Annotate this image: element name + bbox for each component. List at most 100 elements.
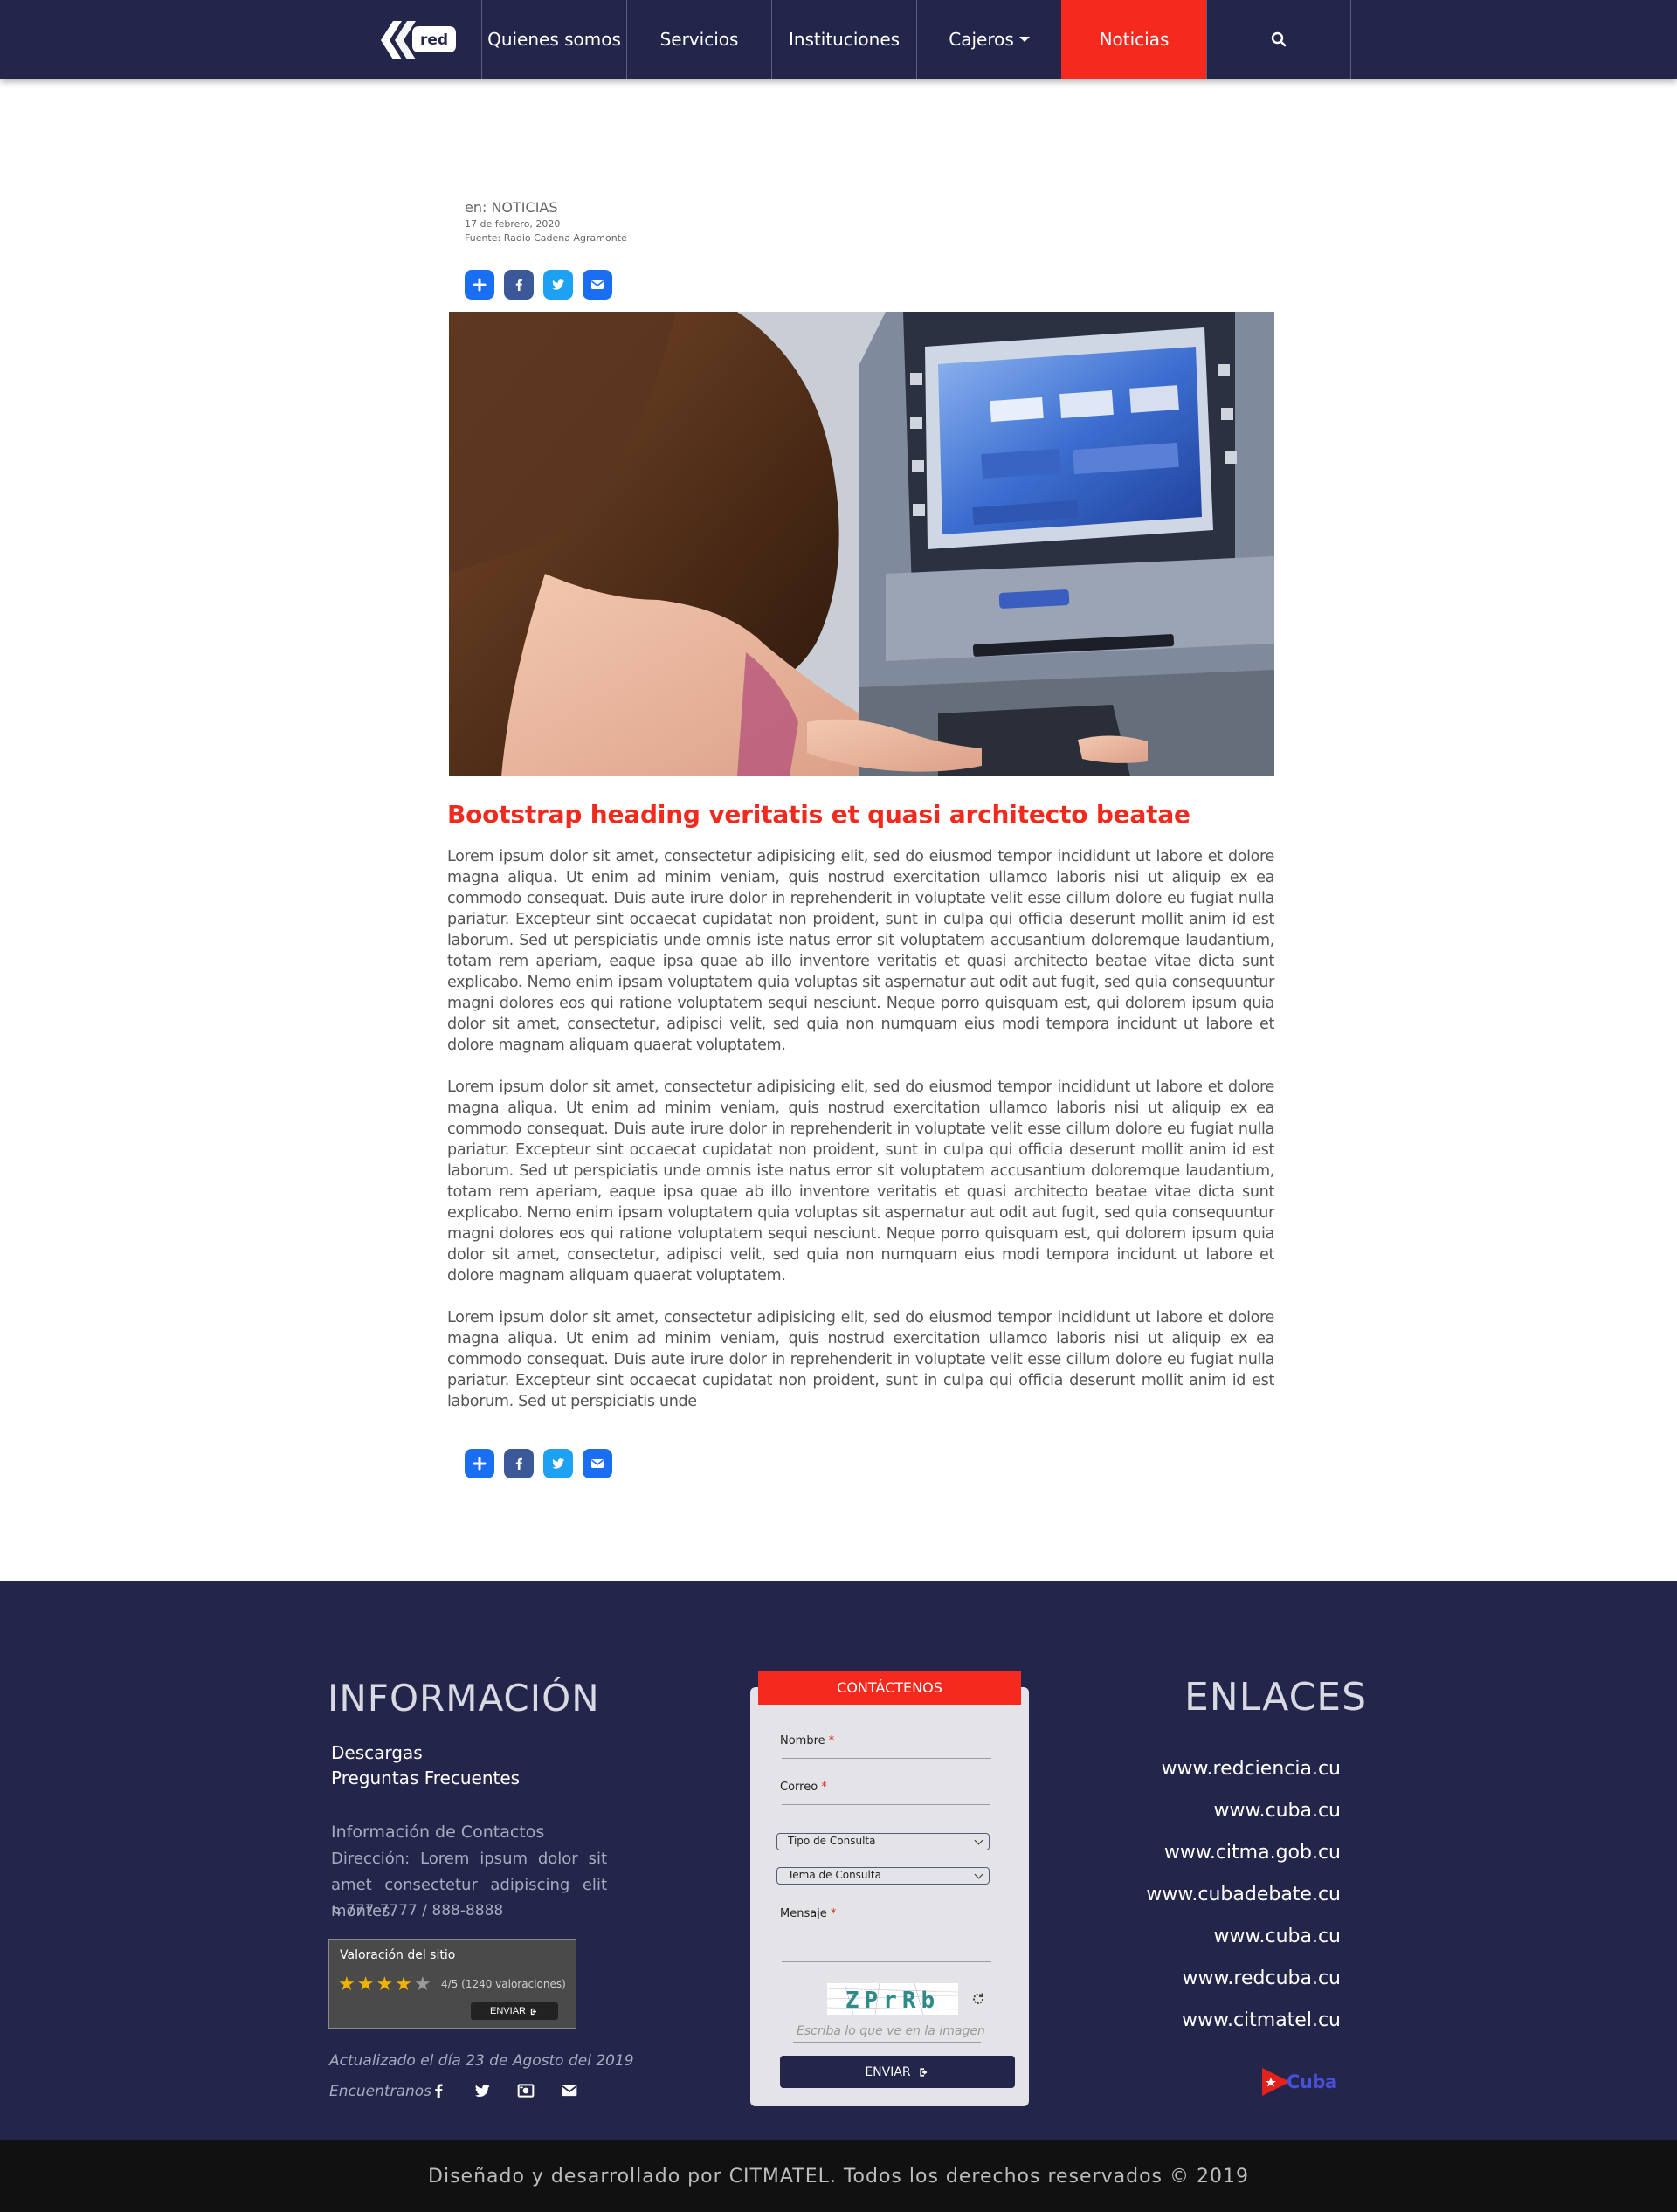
nav-item-cajeros-label: Cajeros [949,29,1014,50]
rating-value: 4/5 (1240 valoraciones) [441,1978,566,1990]
search-button[interactable] [1206,0,1351,79]
message-label-text: Mensaje [780,1907,827,1920]
ext-link-cuba[interactable]: www.cuba.cu [1214,1800,1341,1822]
plus-icon [473,278,487,292]
star-icon[interactable]: ★ [357,1974,375,1994]
article-meta: en: NOTICIAS 17 de febrero, 2020 Fuente:… [465,199,627,244]
ext-link-citma[interactable]: www.citma.gob.cu [1164,1842,1341,1864]
twitter-icon[interactable] [473,2082,491,2099]
plus-icon [473,1457,487,1471]
nav-item-noticias[interactable]: Noticias [1061,0,1206,79]
name-label-text: Nombre [780,1734,825,1747]
contact-form [750,1687,1029,2106]
consult-topic-value: Tema de Consulta [788,1869,881,1881]
refresh-icon[interactable] [970,1991,986,2007]
contact-info-heading: Información de Contactos [331,1823,545,1842]
twitter-icon [552,279,564,290]
name-field[interactable] [782,1758,991,1759]
required-mark: * [830,1907,837,1920]
envelope-icon [591,280,604,289]
photo-icon[interactable] [517,2082,535,2099]
rating-score: 4/5 [441,1978,459,1990]
links-title: ENLACES [1184,1675,1368,1719]
nav-item-quienes-somos[interactable]: Quienes somos [481,0,626,79]
contact-phone: 777-7777 / 888-8888 [331,1902,503,1919]
share-bar-top [465,270,612,300]
article-paragraph: Lorem ipsum dolor sit amet, consectetur … [447,1078,1274,1285]
share-email-button[interactable] [583,270,612,300]
article-title: Bootstrap heading veritatis et quasi arc… [447,800,1190,829]
share-twitter-button[interactable] [543,270,573,300]
article-date: 17 de febrero, 2020 [465,218,561,230]
name-label: Nombre * [780,1734,834,1747]
share-twitter-button[interactable] [543,1449,573,1478]
ext-link-redcuba[interactable]: www.redcuba.cu [1182,1967,1341,1989]
facebook-icon[interactable] [430,2082,447,2099]
star-icon[interactable]: ★ [414,1974,431,1994]
share-bar-bottom [465,1449,612,1478]
captcha-input[interactable]: Escriba lo que ve en la imagen [797,2024,985,2038]
phone-icon [332,1905,342,1915]
send-button-label: ENVIAR [865,2064,911,2079]
nav-item-servicios[interactable]: Servicios [626,0,771,79]
sign-in-icon [920,2067,928,2077]
captcha-underline [793,2042,981,2043]
facebook-icon [515,279,522,291]
ext-link-cuba-2[interactable]: www.cuba.cu [1214,1926,1341,1947]
facebook-icon [515,1457,522,1470]
info-title: INFORMACIÓN [328,1677,600,1719]
envelope-icon[interactable] [561,2082,578,2099]
share-facebook-button[interactable] [504,270,534,300]
star-icon[interactable]: ★ [395,1974,412,1994]
article-category[interactable]: en: NOTICIAS [465,199,627,216]
ext-link-cubadebate[interactable]: www.cubadebate.cu [1146,1884,1341,1905]
consult-topic-select[interactable]: Tema de Consulta [776,1867,990,1885]
star-icon[interactable]: ★ [338,1974,355,1994]
ext-link-redciencia[interactable]: www.redciencia.cu [1162,1758,1341,1780]
article-hero-image [449,312,1274,776]
cuba-logo[interactable]: Cuba [1260,2066,1341,2098]
article-paragraph: Lorem ipsum dolor sit amet, consectetur … [447,848,1274,1054]
find-us-label: Encuentranos [329,2083,431,2100]
chevron-down-icon [974,1836,983,1845]
downloads-link[interactable]: Descargas [331,1742,423,1763]
contact-phone-text: 777-7777 / 888-8888 [346,1902,504,1919]
share-more-button[interactable] [465,270,494,300]
message-field[interactable] [782,1961,991,1962]
faq-link[interactable]: Preguntas Frecuentes [331,1768,520,1788]
rating-stars[interactable]: ★ ★ ★ ★ ★ [338,1974,431,1994]
nav-item-cajeros[interactable]: Cajeros [916,0,1061,79]
nav-item-instituciones[interactable]: Instituciones [771,0,916,79]
rating-title: Valoración del sitio [340,1948,456,1962]
contact-form-tab: CONTÁCTENOS [758,1671,1021,1705]
chevron-down-icon [1018,37,1030,42]
rating-send-button[interactable]: ENVIAR [471,2002,558,2020]
share-more-button[interactable] [465,1449,494,1478]
consult-type-select[interactable]: Tipo de Consulta [776,1833,990,1850]
message-label: Mensaje * [780,1907,836,1920]
social-links [430,2082,578,2099]
article-paragraph: Lorem ipsum dolor sit amet, consectetur … [447,1309,1274,1410]
captcha-image: ZPrRb [827,1983,958,2015]
search-icon [1271,31,1287,47]
star-icon[interactable]: ★ [376,1974,393,1994]
svg-text:red: red [420,31,448,49]
rating-widget: Valoración del sitio ★ ★ ★ ★ ★ 4/5 (1240… [328,1939,576,2029]
red-logo[interactable]: red [377,14,461,66]
rating-count: (1240 valoraciones) [461,1978,566,1990]
sign-in-icon [530,2008,537,2015]
rating-send-label: ENVIAR [490,2006,526,2016]
cuba-logo-text: Cuba [1287,2071,1337,2092]
email-field[interactable] [782,1804,990,1805]
top-navbar: red Quienes somos Servicios Institucione… [0,0,1677,79]
copyright-text: Diseñado y desarrollado por CITMATEL. To… [428,2165,1249,2188]
share-email-button[interactable] [583,1449,612,1478]
email-label: Correo * [780,1781,827,1794]
copyright-bar: Diseñado y desarrollado por CITMATEL. To… [0,2140,1677,2212]
send-button[interactable]: ENVIAR [780,2056,1015,2088]
article-source: Fuente: Radio Cadena Agramonte [465,232,627,244]
required-mark: * [828,1734,835,1747]
ext-link-citmatel[interactable]: www.citmatel.cu [1182,2009,1341,2031]
share-facebook-button[interactable] [504,1449,534,1478]
email-label-text: Correo [780,1781,818,1794]
